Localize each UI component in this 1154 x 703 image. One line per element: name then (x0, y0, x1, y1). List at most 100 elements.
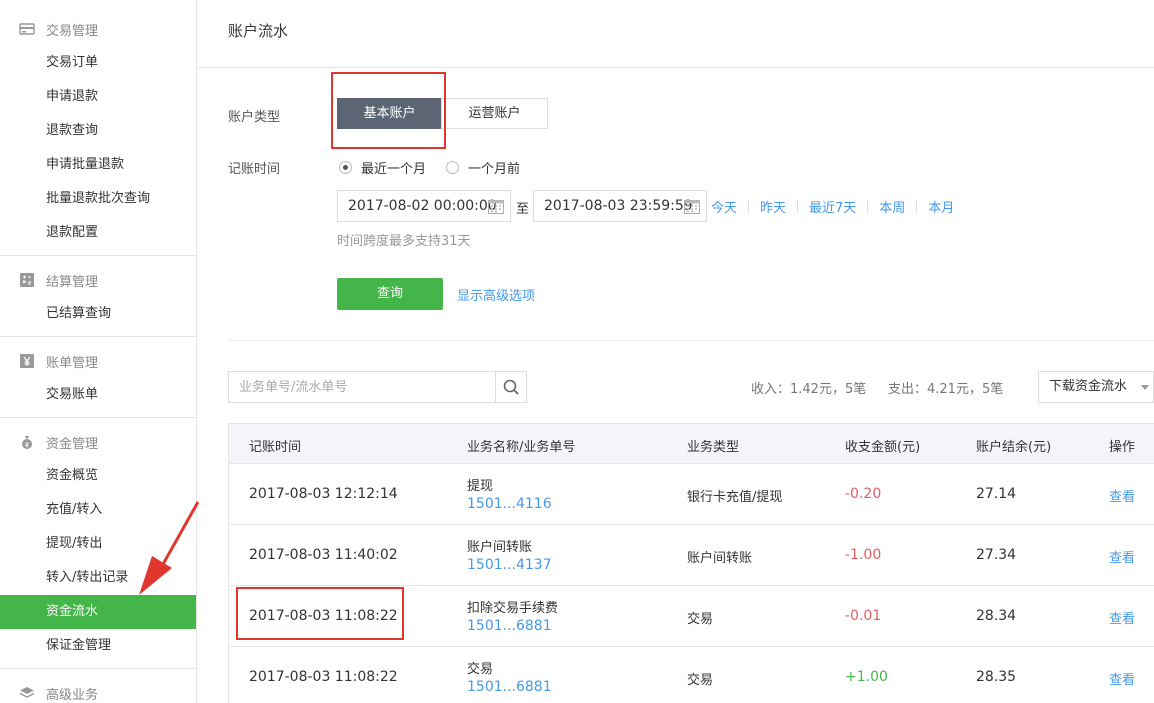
sidebar-item-settled-query[interactable]: 已结算查询 (0, 297, 196, 331)
page-title: 账户流水 (228, 22, 289, 40)
cell-business-name: 交易 (467, 662, 494, 677)
sidebar-section-funds[interactable]: 资金管理 (0, 427, 196, 457)
cell-business-order-link[interactable]: 1501...6881 (467, 618, 552, 634)
sidebar-divider (0, 336, 196, 337)
radio-checked-icon (339, 161, 352, 174)
sidebar-item-trade-bill[interactable]: 交易账单 (0, 378, 196, 412)
column-header-action: 操作 (1109, 440, 1136, 455)
table-header: 记账时间 业务名称/业务单号 业务类型 收支金额(元) 账户结余(元) 操作 (229, 424, 1154, 464)
sidebar-section-bills[interactable]: 账单管理 (0, 346, 196, 376)
account-type-label: 账户类型 (228, 110, 281, 125)
download-dropdown[interactable]: 下载资金流水 (1038, 371, 1154, 403)
sidebar-item-batch-refund-query[interactable]: 批量退款批次查询 (0, 182, 196, 216)
quick-range-this-week[interactable]: 本周 (879, 197, 905, 216)
cell-business-type: 账户间转账 (687, 551, 753, 566)
sidebar-item-fund-flow[interactable]: 资金流水 (0, 595, 196, 629)
cell-amount: -1.00 (845, 547, 882, 563)
time-span-hint: 时间跨度最多支持31天 (337, 234, 471, 249)
expense-summary: 支出：4.21元，5笔 (888, 382, 1004, 397)
cell-business-order-link[interactable]: 1501...6881 (467, 679, 552, 695)
search-input[interactable] (229, 372, 496, 402)
divider (797, 200, 799, 213)
end-time-input[interactable]: 2017-08-03 23:59:59 (533, 190, 707, 222)
calculator-icon (19, 273, 35, 287)
sidebar-item-refund-config[interactable]: 退款配置 (0, 216, 196, 250)
sidebar-section-settlement[interactable]: 结算管理 (0, 265, 196, 295)
cell-balance: 27.14 (976, 486, 1017, 502)
sidebar-item-recharge[interactable]: 充值/转入 (0, 493, 196, 527)
sidebar-section-advanced[interactable]: 高级业务 (0, 678, 196, 703)
advanced-options-link[interactable]: 显示高级选项 (457, 285, 535, 304)
quick-range-this-month[interactable]: 本月 (928, 197, 954, 216)
cell-business-type: 交易 (687, 673, 714, 688)
sidebar-section-title: 交易管理 (46, 23, 99, 39)
view-link[interactable]: 查看 (1109, 608, 1135, 627)
divider (867, 200, 869, 213)
date-range-separator: 至 (516, 202, 530, 217)
sidebar-section-title: 结算管理 (46, 274, 99, 290)
quick-range-last-7-days[interactable]: 最近7天 (809, 197, 856, 216)
cell-amount: -0.01 (845, 608, 882, 624)
sidebar-item-deposit[interactable]: 保证金管理 (0, 629, 196, 663)
cell-business-name: 账户间转账 (467, 540, 533, 555)
view-link[interactable]: 查看 (1109, 486, 1135, 505)
view-link[interactable]: 查看 (1109, 669, 1135, 688)
cell-business-type: 交易 (687, 612, 714, 627)
cell-business-name: 提现 (467, 479, 494, 494)
sidebar-divider (0, 255, 196, 256)
fund-flow-table: 记账时间 业务名称/业务单号 业务类型 收支金额(元) 账户结余(元) 操作 2… (228, 423, 1154, 703)
sidebar-item-refund-query[interactable]: 退款查询 (0, 114, 196, 148)
sidebar-item-transfer-records[interactable]: 转入/转出记录 (0, 561, 196, 595)
moneybag-icon (19, 435, 35, 449)
sidebar-item-batch-refund[interactable]: 申请批量退款 (0, 148, 196, 182)
radio-label: 最近一个月 (361, 162, 427, 177)
column-header-name: 业务名称/业务单号 (467, 440, 576, 455)
yen-icon (19, 354, 35, 368)
chevron-down-icon (1141, 385, 1149, 390)
radio-recent-month[interactable]: 最近一个月 (339, 158, 426, 177)
cell-amount: +1.00 (845, 669, 888, 685)
view-link[interactable]: 查看 (1109, 547, 1135, 566)
cell-amount: -0.20 (845, 486, 882, 502)
title-divider (197, 67, 1154, 68)
radio-unchecked-icon (446, 161, 459, 174)
time-label: 记账时间 (228, 162, 281, 177)
sidebar-item-withdraw[interactable]: 提现/转出 (0, 527, 196, 561)
cell-business-order-link[interactable]: 1501...4116 (467, 496, 552, 512)
column-header-time: 记账时间 (249, 440, 302, 455)
quick-range-today[interactable]: 今天 (711, 197, 737, 216)
column-header-amount: 收支金额(元) (845, 440, 921, 455)
table-row: 2017-08-03 11:40:02 账户间转账 1501...4137 账户… (229, 525, 1154, 586)
sidebar-item-funds-overview[interactable]: 资金概览 (0, 459, 196, 493)
sidebar-item-trade-orders[interactable]: 交易订单 (0, 46, 196, 80)
sidebar-section-trade[interactable]: 交易管理 (0, 14, 196, 44)
cell-balance: 28.34 (976, 608, 1017, 624)
start-time-value: 2017-08-02 00:00:00 (348, 198, 497, 214)
calendar-icon[interactable] (684, 199, 700, 214)
calendar-icon[interactable] (488, 199, 504, 214)
cell-time: 2017-08-03 11:40:02 (249, 547, 398, 563)
table-row: 2017-08-03 11:08:22 交易 1501...6881 交易 +1… (229, 647, 1154, 703)
cell-balance: 28.35 (976, 669, 1017, 685)
account-type-operation-button[interactable]: 运营账户 (441, 98, 548, 129)
cell-business-order-link[interactable]: 1501...4137 (467, 557, 552, 573)
card-icon (19, 22, 35, 36)
start-time-input[interactable]: 2017-08-02 00:00:00 (337, 190, 511, 222)
sidebar-section-title: 高级业务 (46, 687, 99, 703)
account-type-basic-button[interactable]: 基本账户 (337, 98, 442, 129)
download-label: 下载资金流水 (1049, 379, 1128, 394)
sidebar-item-apply-refund[interactable]: 申请退款 (0, 80, 196, 114)
cell-business-name: 扣除交易手续费 (467, 601, 559, 616)
end-time-value: 2017-08-03 23:59:59 (544, 198, 693, 214)
table-row: 2017-08-03 12:12:14 提现 1501...4116 银行卡充值… (229, 464, 1154, 525)
cell-time: 2017-08-03 12:12:14 (249, 486, 398, 502)
radio-month-ago[interactable]: 一个月前 (446, 158, 520, 177)
query-button[interactable]: 查询 (337, 278, 443, 310)
search-button[interactable] (495, 372, 526, 402)
quick-range-yesterday[interactable]: 昨天 (760, 197, 786, 216)
sidebar-divider (0, 417, 196, 418)
income-summary: 收入：1.42元，5笔 (751, 382, 867, 397)
table-row: 2017-08-03 11:08:22 扣除交易手续费 1501...6881 … (229, 586, 1154, 647)
sidebar-divider (0, 668, 196, 669)
section-divider (228, 340, 1154, 341)
